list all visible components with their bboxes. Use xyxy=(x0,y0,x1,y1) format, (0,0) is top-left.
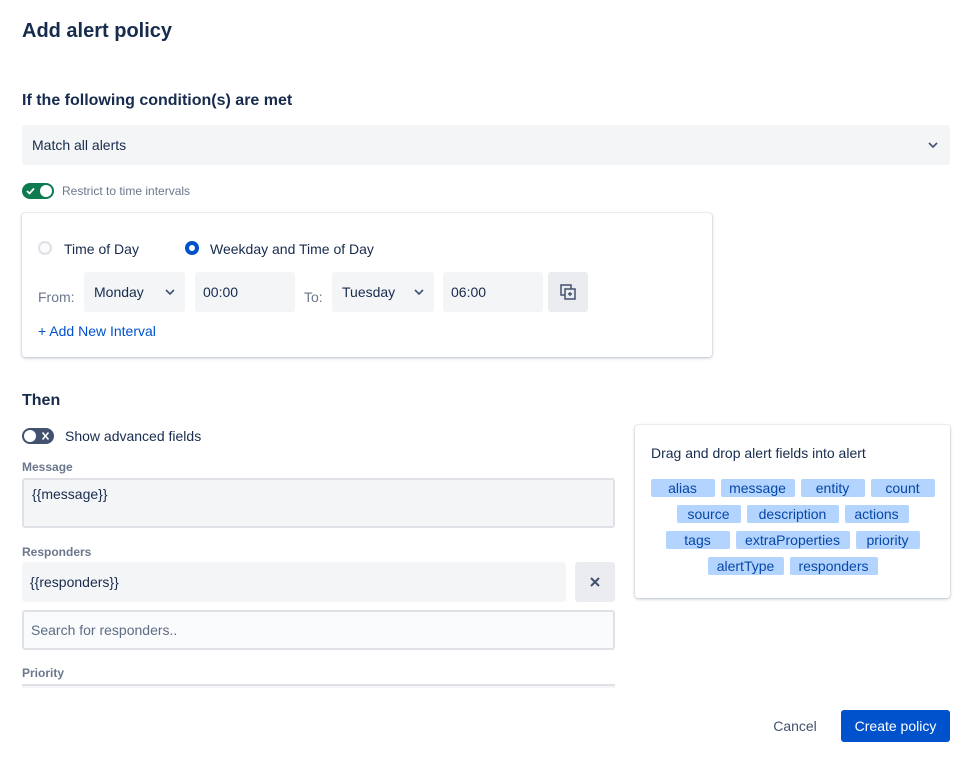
close-icon xyxy=(590,577,600,587)
field-chip-message[interactable]: message xyxy=(720,479,795,497)
advanced-fields-label: Show advanced fields xyxy=(65,428,202,444)
from-time-value: 00:00 xyxy=(203,284,239,300)
chevron-down-icon xyxy=(928,142,938,149)
from-time-input[interactable]: 00:00 xyxy=(195,272,295,312)
field-chip-priority[interactable]: priority xyxy=(855,531,920,549)
field-chip-count[interactable]: count xyxy=(870,479,935,497)
radio-time-of-day-label[interactable]: Time of Day xyxy=(64,241,139,257)
field-chip-extraproperties[interactable]: extraProperties xyxy=(735,531,850,549)
chevron-down-icon xyxy=(165,289,175,296)
conditions-heading: If the following condition(s) are met xyxy=(22,92,293,109)
responders-value[interactable]: {{responders}} xyxy=(22,562,566,602)
close-icon xyxy=(41,429,50,448)
match-condition-select[interactable]: Match all alerts xyxy=(22,125,950,165)
field-chip-entity[interactable]: entity xyxy=(800,479,865,497)
cancel-button[interactable]: Cancel xyxy=(760,710,830,742)
from-day-select[interactable]: Monday xyxy=(84,272,185,312)
from-label: From: xyxy=(38,289,75,305)
responders-label: Responders xyxy=(22,545,92,559)
chevron-down-icon xyxy=(414,289,424,296)
radio-weekday-time[interactable] xyxy=(185,241,199,255)
from-day-value: Monday xyxy=(94,284,144,300)
check-icon xyxy=(26,184,35,203)
add-new-interval-link[interactable]: + Add New Interval xyxy=(38,323,156,339)
priority-label: Priority xyxy=(22,666,65,680)
page-title: Add alert policy xyxy=(22,20,173,42)
field-chip-alias[interactable]: alias xyxy=(650,479,715,497)
message-field[interactable]: {{message}} xyxy=(22,478,615,528)
field-chip-actions[interactable]: actions xyxy=(844,505,909,523)
radio-time-of-day[interactable] xyxy=(38,241,52,255)
toggle-knob xyxy=(24,430,36,442)
copy-interval-button[interactable] xyxy=(548,272,588,312)
match-condition-value: Match all alerts xyxy=(32,137,127,153)
field-chip-source[interactable]: source xyxy=(676,505,741,523)
create-policy-button[interactable]: Create policy xyxy=(841,710,950,742)
to-label: To: xyxy=(304,289,323,305)
copy-icon xyxy=(560,284,576,300)
field-chip-tags[interactable]: tags xyxy=(665,531,730,549)
clear-responders-button[interactable] xyxy=(575,562,615,602)
field-chip-alerttype[interactable]: alertType xyxy=(707,557,784,575)
restrict-time-toggle[interactable] xyxy=(22,183,54,199)
to-time-input[interactable]: 06:00 xyxy=(443,272,543,312)
alert-field-chips: alias message entity count source descri… xyxy=(645,479,940,575)
to-time-value: 06:00 xyxy=(451,284,487,300)
responders-search-input[interactable] xyxy=(22,610,615,650)
radio-weekday-time-label[interactable]: Weekday and Time of Day xyxy=(210,241,374,257)
restrict-time-label: Restrict to time intervals xyxy=(62,184,191,198)
priority-select[interactable] xyxy=(22,684,615,688)
advanced-fields-toggle[interactable] xyxy=(22,428,54,444)
then-heading: Then xyxy=(22,392,61,409)
alert-fields-panel: Drag and drop alert fields into alert al… xyxy=(635,425,950,598)
to-day-value: Tuesday xyxy=(342,284,396,300)
field-chip-responders[interactable]: responders xyxy=(789,557,878,575)
to-day-select[interactable]: Tuesday xyxy=(332,272,434,312)
message-label: Message xyxy=(22,460,73,474)
field-chip-description[interactable]: description xyxy=(746,505,839,523)
toggle-knob xyxy=(40,185,52,197)
alert-fields-title: Drag and drop alert fields into alert xyxy=(651,445,866,461)
